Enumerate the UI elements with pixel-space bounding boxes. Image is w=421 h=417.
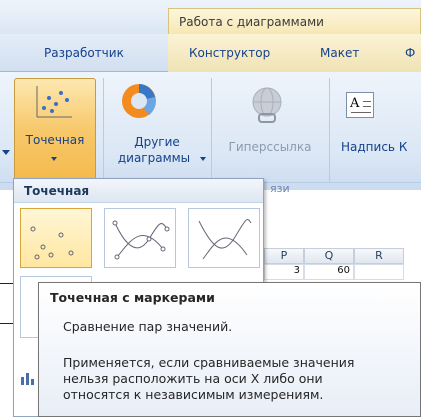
cell-r[interactable] (354, 264, 404, 280)
scatter-smooth-icon (198, 219, 252, 260)
gallery-header: Точечная (14, 179, 263, 203)
scatter-chart-icon (36, 86, 72, 118)
tab-layout[interactable]: Макет (320, 46, 359, 60)
tooltip-body: Применяется, если сравниваемые значения … (63, 355, 413, 403)
chevron-down-icon (2, 150, 10, 155)
tooltip-body-line: нельзя расположить на оси X либо они (63, 371, 323, 386)
cell-q[interactable]: 60 (304, 264, 354, 280)
context-tab-label: Работа с диаграммами (179, 15, 324, 29)
other-charts-button[interactable] (106, 78, 208, 180)
scatter-button-label: Точечная (25, 133, 85, 147)
tooltip-body-line: относятся к независимым измерениям. (63, 387, 324, 402)
column-header-q[interactable]: Q (304, 248, 354, 264)
ribbon-separator (103, 78, 104, 182)
scatter-smooth-markers-icon (112, 220, 170, 260)
column-header-p[interactable]: P (264, 248, 304, 264)
tab-format[interactable]: Ф (405, 46, 415, 60)
cell-p[interactable]: 3 (264, 264, 304, 280)
hyperlink-button[interactable] (214, 78, 326, 180)
sheet-gridline (0, 323, 14, 324)
sheet-gridline (0, 283, 14, 284)
gallery-item-scatter-markers[interactable] (20, 208, 92, 268)
group-label-links: язи (270, 182, 290, 195)
tab-developer[interactable]: Разработчик (44, 46, 124, 60)
context-tab-chart-tools: Работа с диаграммами (168, 8, 421, 34)
tooltip-title: Точечная с маркерами (50, 290, 215, 305)
bar-chart-icon (20, 370, 36, 386)
gallery-item-scatter-smooth-markers[interactable] (104, 208, 176, 268)
column-header-r[interactable]: R (354, 248, 404, 264)
tooltip-body-line: Применяется, если сравниваемые значения (63, 355, 355, 370)
ribbon-separator (211, 78, 212, 182)
chevron-down-icon (51, 157, 57, 161)
textbox-button[interactable] (334, 78, 421, 180)
gallery-item-scatter-smooth[interactable] (188, 208, 260, 268)
ribbon-separator (329, 78, 330, 182)
scatter-markers-icon (30, 226, 74, 260)
tab-design[interactable]: Конструктор (189, 46, 270, 60)
tooltip-subtitle: Сравнение пар значений. (63, 319, 233, 334)
